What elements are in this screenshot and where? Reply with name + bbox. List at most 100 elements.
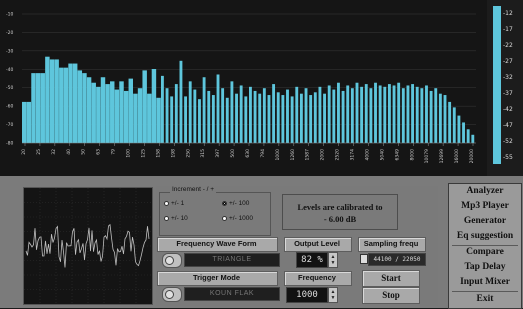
frequency-stepper[interactable]: ▲ ▼	[328, 287, 338, 303]
spectrum-bar	[160, 75, 164, 143]
spectrum-bar	[105, 84, 110, 143]
spectrum-bar	[110, 81, 115, 143]
menu-divider	[452, 245, 518, 246]
spectrum-bar	[142, 70, 147, 143]
x-tick-label: 198	[170, 149, 176, 158]
radio-icon	[164, 216, 169, 221]
menu-exit[interactable]: Exit	[449, 294, 521, 304]
toggle-knob-icon	[165, 256, 174, 265]
meter-scale-label: -22	[503, 42, 513, 49]
menu-eq-suggestion[interactable]: Eq suggestion	[449, 231, 521, 241]
spectrum-bar	[452, 107, 456, 143]
start-button[interactable]: Start	[362, 270, 420, 287]
spectrum-bar	[318, 86, 322, 143]
wave-form-label: Frequency Wave Form	[176, 239, 257, 248]
x-tick-label: 2520	[335, 149, 341, 161]
spectrum-bar	[72, 63, 78, 143]
output-level-stepper[interactable]: ▲ ▼	[328, 252, 338, 268]
spectrum-bar	[332, 89, 336, 143]
spectrum-bar	[86, 77, 92, 143]
increment-option-100[interactable]: +/- 100	[222, 200, 249, 207]
menu-analyzer[interactable]: Analyzer	[449, 186, 521, 196]
spectrum-bar	[378, 85, 382, 143]
increment-option-10[interactable]: +/- 10	[164, 215, 188, 222]
menu-generator[interactable]: Generator	[449, 216, 521, 226]
x-tick-label: 10079	[424, 149, 430, 163]
spectrum-bar	[466, 129, 470, 143]
meter-scale-label: -47	[503, 122, 513, 129]
x-tick-label: 1587	[305, 149, 311, 161]
meter-scale-label: -55	[503, 154, 513, 161]
spectrum-bar	[77, 70, 83, 143]
radio-icon	[222, 216, 227, 221]
spectrum-bar	[151, 69, 157, 143]
calibration-text: Levels are calibrated to	[297, 202, 383, 212]
sampling-checkbox[interactable]	[360, 254, 368, 264]
x-tick-label: 25	[36, 149, 42, 155]
spectrum-bar	[337, 82, 340, 143]
x-tick-label: 794	[260, 149, 266, 158]
spectrum-bar	[267, 95, 271, 143]
x-tick-label: 4000	[364, 149, 370, 161]
spectrum-bar	[323, 93, 326, 143]
y-tick-label: -40	[6, 67, 13, 73]
spectrum-bar	[119, 81, 124, 143]
spectrum-bar	[137, 88, 143, 143]
x-tick-label: 397	[215, 149, 221, 158]
spectrum-bar	[170, 96, 174, 143]
spectrum-bar	[406, 85, 410, 143]
x-tick-label: 16000	[454, 149, 460, 163]
meter-scale-label: -42	[503, 106, 513, 113]
spectrum-bar	[374, 82, 377, 143]
trigger-mode-toggle[interactable]	[162, 287, 182, 302]
x-tick-label: 1260	[290, 149, 296, 161]
increment-title: Increment - / +	[170, 186, 217, 193]
spectrum-bar	[188, 81, 192, 143]
menu-divider	[452, 291, 518, 292]
start-button-label: Start	[381, 273, 401, 283]
spectrum-bar	[262, 88, 266, 143]
x-tick-label: 3174	[350, 149, 356, 161]
y-tick-label: -10	[6, 12, 13, 18]
radio-selected-icon	[222, 201, 227, 206]
increment-option-1000[interactable]: +/- 1000	[222, 215, 253, 222]
spectrum-bar	[198, 99, 201, 143]
spectrum-bar	[313, 92, 317, 143]
meter-scale-label: -52	[503, 138, 513, 145]
spectrum-bar	[49, 59, 55, 143]
menu-compare[interactable]: Compare	[449, 247, 521, 257]
spectrum-bar	[420, 88, 424, 143]
y-tick-label: -70	[6, 122, 13, 128]
menu-input-mixer[interactable]: Input Mixer	[449, 277, 521, 287]
sampling-label: Sampling frequ	[363, 239, 419, 248]
meter-scale-label: -37	[503, 90, 513, 97]
x-tick-label: 32	[51, 149, 57, 155]
stop-button[interactable]: Stop	[362, 287, 420, 304]
spectrum-bar	[82, 73, 87, 143]
spectrum-chart: -10 -20 -30 -40 -50 -60 -70 -80 20 25 32 40 50 63 79 10…	[6, 12, 476, 163]
level-meter-panel: -12 -17 -22 -27 -32 -37 -42 -47 -52 -55	[487, 0, 523, 176]
meter-scale-label: -17	[503, 26, 513, 33]
spectrum-bar	[193, 89, 197, 143]
spectrum-bar	[457, 115, 461, 143]
spectrum-bar	[401, 88, 405, 143]
spectrum-bar	[133, 93, 138, 143]
x-tick-label: 12699	[439, 149, 445, 163]
menu-mp3-player[interactable]: Mp3 Player	[449, 201, 521, 211]
spectrum-bar	[63, 67, 69, 143]
spectrum-bar	[438, 93, 442, 143]
meter-scale-label: -27	[503, 58, 513, 65]
x-tick-label: 63	[96, 149, 102, 155]
y-tick-label: -50	[6, 85, 13, 91]
wave-form-toggle[interactable]	[162, 253, 182, 268]
increment-option-1[interactable]: +/- 1	[164, 200, 184, 207]
spectrum-bar	[443, 95, 447, 143]
generator-controls: Increment - / + +/- 1 +/- 10 +/- 100 +/-…	[156, 186, 438, 306]
spectrum-bar	[249, 86, 252, 143]
spectrum-bar	[387, 84, 391, 143]
menu-tap-delay[interactable]: Tap Delay	[449, 262, 521, 272]
x-tick-label: 20000	[469, 149, 475, 163]
spectrum-bar	[350, 88, 354, 143]
spectrum-bar	[156, 97, 161, 143]
output-level-label: Output Level	[294, 239, 340, 248]
